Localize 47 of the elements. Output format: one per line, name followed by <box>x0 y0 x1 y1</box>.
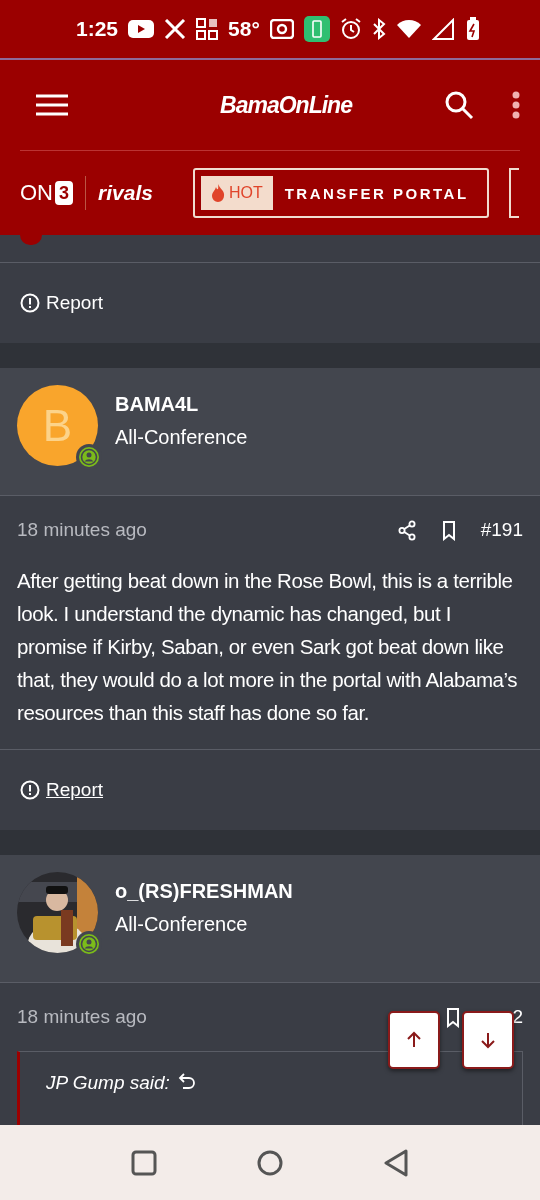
search-icon[interactable] <box>444 90 474 120</box>
recents-button[interactable] <box>131 1149 157 1176</box>
share-icon[interactable] <box>395 519 417 541</box>
signal-icon <box>431 18 456 40</box>
battery-icon <box>465 17 480 41</box>
transfer-portal-link[interactable]: HOT TRANSFER PORTAL <box>192 168 489 218</box>
user-status-icon <box>76 931 102 957</box>
home-button[interactable] <box>257 1149 283 1176</box>
bookmark-icon[interactable] <box>446 1006 461 1028</box>
video-play-icon <box>128 20 155 38</box>
clock: 1:25 <box>76 17 119 41</box>
report-link[interactable]: Report <box>20 779 104 801</box>
menu-icon[interactable] <box>36 94 68 116</box>
report-link[interactable]: Report <box>20 292 104 314</box>
post-text: After getting beat down in the Rose Bowl, this is a terrible look. I understand the dynamic has changed, but I promise if Kirby, Saban, or even Sark got beat down like that, they would do a lot more in the portal with Alabama’s resources than this staff has done so far. <box>17 568 519 726</box>
alert-icon <box>20 293 40 313</box>
alert-icon <box>20 780 40 800</box>
more-icon[interactable] <box>512 91 520 119</box>
nav-item[interactable] <box>508 168 519 218</box>
scroll-down-button[interactable] <box>462 1011 514 1069</box>
grid-icon <box>196 18 219 40</box>
radio-icon <box>269 19 294 39</box>
battery-app-icon <box>303 16 330 42</box>
post-time: 18 minutes ago <box>17 1006 148 1028</box>
username[interactable]: BAMA4L <box>115 393 248 416</box>
x-icon <box>164 19 187 39</box>
hot-badge: HOT <box>200 176 273 210</box>
user-title: All-Conference <box>115 913 249 936</box>
temperature: 58° <box>228 17 260 41</box>
arrow-down-icon <box>478 1030 498 1050</box>
post-time: 18 minutes ago <box>17 519 148 541</box>
partner-logo[interactable]: rivals <box>98 181 153 205</box>
post-number[interactable]: #191 <box>480 519 523 541</box>
network-logo[interactable]: ON <box>20 180 53 206</box>
user-status-icon <box>76 444 102 470</box>
bluetooth-icon <box>371 18 386 40</box>
alarm-icon <box>339 18 362 40</box>
site-logo[interactable]: BamaOnLine <box>128 91 444 119</box>
reply-icon[interactable] <box>177 1072 196 1090</box>
scroll-up-button[interactable] <box>388 1011 440 1069</box>
user-title: All-Conference <box>115 426 248 449</box>
post-number[interactable]: 2 <box>512 1006 523 1028</box>
quote-author: JP Gump said: <box>46 1072 170 1094</box>
back-button[interactable] <box>383 1148 409 1177</box>
username[interactable]: o_(RS)FRESHMAN <box>115 880 293 903</box>
network-logo-digit[interactable]: 3 <box>55 181 73 205</box>
wifi-icon <box>395 19 422 39</box>
